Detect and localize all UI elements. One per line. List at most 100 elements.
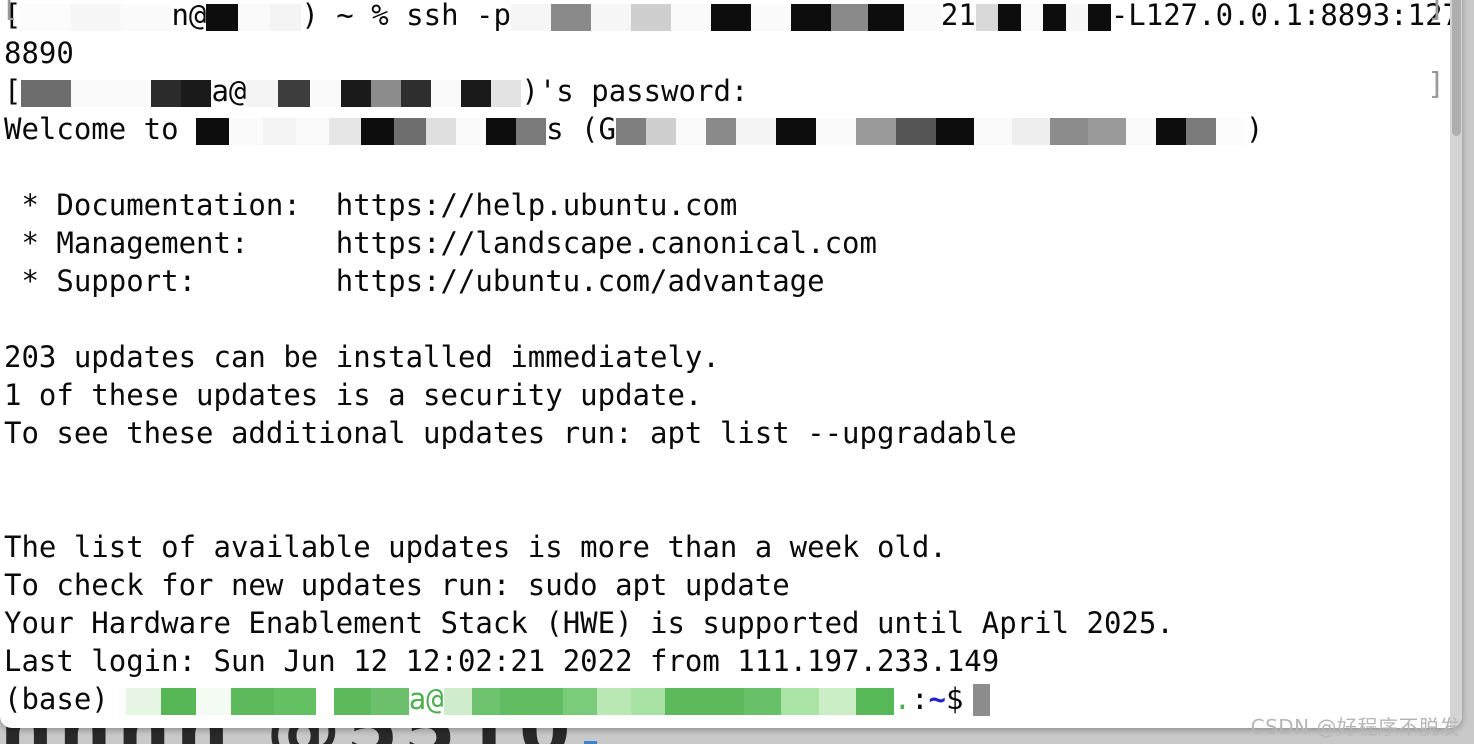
redaction-cell (371, 688, 409, 715)
redaction-cell (856, 688, 894, 715)
terminal-text: 8890 (4, 36, 74, 70)
redaction-cell (269, 4, 302, 31)
terminal-line-doc-documentation: * Documentation: https://help.ubuntu.com (4, 186, 1462, 224)
redaction-cell (371, 80, 402, 107)
redaction-cell (1020, 4, 1044, 31)
redaction-cell (705, 118, 736, 145)
redaction-cell (815, 118, 856, 145)
redaction-cell (1065, 4, 1089, 31)
terminal-text: s (G (546, 112, 616, 146)
redaction-cell (855, 118, 896, 145)
redaction-cell (664, 688, 699, 715)
terminal-line-doc-management: * Management: https://landscape.canonica… (4, 224, 1462, 262)
terminal-line-cmd-ssh: [n@) ~ % ssh -p 21 -L127.0.0.1:8893:127.0.… (4, 0, 1462, 34)
redaction-block (426, 118, 547, 145)
terminal-text: Your Hardware Enablement Stack (HWE) is … (4, 606, 1174, 640)
terminal-text: ~ (928, 682, 947, 716)
redaction-cell (229, 118, 263, 145)
redaction-block (231, 688, 317, 715)
terminal-text: )'s password: (521, 74, 749, 108)
terminal-line-blank-4 (4, 490, 1462, 528)
redaction-cell (341, 80, 372, 107)
redaction-cell (426, 118, 457, 145)
redaction-cell (750, 4, 791, 31)
redaction-cell (830, 4, 868, 31)
redaction-cell (867, 4, 905, 31)
redaction-cell (562, 688, 597, 715)
redaction-block (333, 688, 409, 715)
terminal-text: Welcome to (4, 112, 197, 146)
terminal-line-blank-3 (4, 452, 1462, 490)
scrollbar-thumb[interactable] (1452, 0, 1461, 136)
terminal-line-cmd-ssh-wrap: 8890 (4, 34, 1462, 72)
redaction-cell (121, 80, 152, 107)
redaction-cell (278, 80, 310, 107)
terminal-text: : (911, 682, 929, 716)
redaction-cell (246, 80, 279, 107)
redaction-block (126, 688, 232, 715)
scrollbar-track[interactable] (1450, 0, 1462, 728)
redaction-cell (262, 118, 297, 145)
terminal-text: 203 updates can be installed immediately… (4, 340, 720, 374)
redaction-cell (516, 118, 547, 145)
redaction-cell (486, 118, 517, 145)
terminal-line-updates-security: 1 of these updates is a security update. (4, 376, 1462, 414)
terminal-text: -L127.0.0.1:8893:127.0.0.1: (1110, 0, 1462, 32)
redaction-cell (510, 4, 551, 31)
terminal-line-updates-howto: To see these additional updates run: apt… (4, 414, 1462, 452)
terminal-cursor (973, 684, 991, 716)
redaction-cell (456, 118, 487, 145)
redaction-cell (1087, 118, 1126, 145)
redaction-block (206, 4, 302, 31)
terminal-line-doc-support: * Support: https://ubuntu.com/advantage (4, 262, 1462, 300)
redaction-cell (431, 80, 462, 107)
redaction-block (975, 4, 1111, 31)
terminal-text: ) (1245, 112, 1264, 146)
redaction-cell (743, 688, 782, 715)
redaction-cell (196, 118, 230, 145)
terminal-output[interactable]: [n@) ~ % ssh -p 21 -L127.0.0.1:8893:127.0.… (0, 0, 1462, 728)
redaction-block (341, 80, 522, 107)
redaction-cell (675, 118, 706, 145)
redaction-cell (710, 4, 751, 31)
redaction-cell (71, 80, 122, 107)
redaction-cell (1155, 118, 1186, 145)
terminal-line-welcome: Welcome to s (G) (4, 110, 1462, 148)
redaction-cell (818, 688, 857, 715)
redaction-block (830, 4, 941, 31)
right-bracket-top-icon: ] (1426, 0, 1445, 24)
terminal-text: a@ (211, 74, 247, 108)
redaction-block (121, 80, 212, 107)
terminal-text: * Support: https://ubuntu.com/advantage (4, 264, 825, 298)
redaction-cell (273, 688, 317, 715)
terminal-line-last-login: Last login: Sun Jun 12 12:02:21 2022 fro… (4, 642, 1462, 680)
terminal-line-updates-stale: The list of available updates is more th… (4, 528, 1462, 566)
redaction-cell (126, 688, 162, 715)
redaction-cell (238, 4, 270, 31)
redaction-cell (630, 688, 665, 715)
redaction-block (743, 688, 894, 715)
redaction-cell (206, 4, 239, 31)
redaction-block (196, 118, 297, 145)
redaction-cell (443, 688, 472, 715)
redaction-cell (401, 80, 432, 107)
terminal-window[interactable]: [n@) ~ % ssh -p 21 -L127.0.0.1:8893:127.0.… (0, 0, 1462, 728)
redaction-cell (196, 688, 232, 715)
redaction-cell (645, 118, 676, 145)
redaction-cell (181, 80, 212, 107)
terminal-text: a@ (408, 682, 444, 716)
redaction-cell (393, 118, 427, 145)
redaction-cell (471, 688, 501, 715)
redaction-cell (550, 4, 591, 31)
redaction-cell (121, 4, 172, 31)
redaction-cell (491, 80, 522, 107)
terminal-text: To check for new updates run: sudo apt u… (4, 568, 790, 602)
redaction-block (296, 118, 427, 145)
redaction-cell (775, 118, 816, 145)
redaction-cell (1125, 118, 1156, 145)
left-bracket-icon: [ (1, 0, 20, 24)
redaction-cell (21, 4, 72, 31)
terminal-text: To see these additional updates run: apt… (4, 416, 1017, 450)
